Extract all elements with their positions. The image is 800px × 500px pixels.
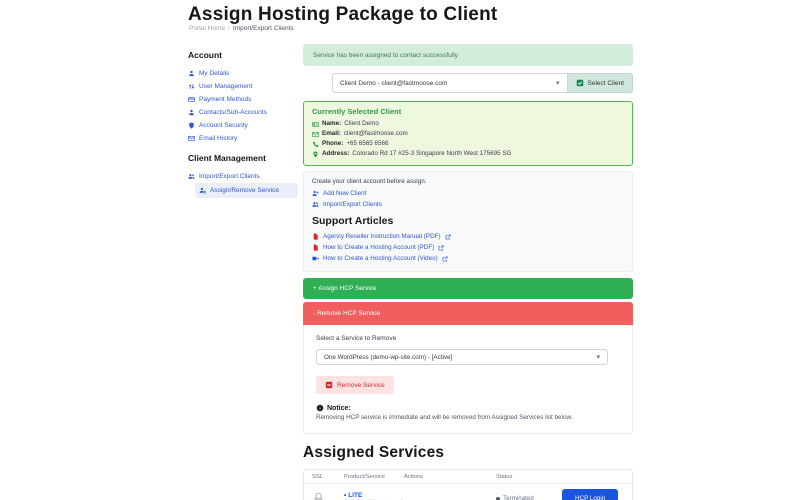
- support-article-link-manual[interactable]: Agency Reseller Instruction Manual (PDF): [312, 231, 624, 242]
- remove-hcp-service-button[interactable]: - Remove HCP Service: [303, 302, 633, 325]
- envelope-icon: [312, 131, 319, 138]
- support-article-link-hosting-video[interactable]: How to Create a Hosting Account (Video): [312, 253, 624, 264]
- selected-client-heading: Currently Selected Client: [312, 107, 402, 116]
- currently-selected-client-panel: Currently Selected Client Name: Client D…: [303, 101, 633, 166]
- sidebar-item-user-management[interactable]: User Management: [188, 80, 298, 93]
- main-content: Service has been assigned to contact suc…: [303, 44, 633, 500]
- client-phone-line: Phone: +65 6565 6566: [312, 139, 624, 149]
- ssl-lock-icon: [312, 491, 344, 500]
- remove-service-panel: Select a Service to Remove One WordPress…: [303, 325, 633, 434]
- external-link-icon: [445, 233, 451, 240]
- sidebar-item-my-details[interactable]: My Details: [188, 67, 298, 80]
- client-name-line: Name: Client Demo: [312, 119, 624, 129]
- external-link-icon: [442, 255, 448, 262]
- create-client-panel: Create your client account before assign…: [303, 171, 633, 272]
- users-icon: [188, 173, 195, 180]
- sidebar-item-email-history[interactable]: Email History: [188, 132, 298, 145]
- success-alert: Service has been assigned to contact suc…: [303, 44, 633, 66]
- user-icon: [188, 109, 195, 116]
- sidebar-item-account-security[interactable]: Account Security: [188, 119, 298, 132]
- client-select-row: Client Demo - client@fastmoose.com ▾ Sel…: [303, 73, 633, 93]
- pdf-file-icon: [312, 233, 319, 240]
- assigned-services-table: SSL Product/Service Actions Status • LITE…: [303, 469, 633, 500]
- import-export-clients-link[interactable]: Import/Export Clients: [312, 199, 624, 210]
- sidebar-item-payment-methods[interactable]: Payment Methods: [188, 93, 298, 106]
- select-client-button[interactable]: Select Client: [567, 73, 633, 93]
- page-title: Assign Hosting Package to Client: [188, 4, 498, 25]
- chevron-down-icon: ▾: [555, 79, 560, 87]
- service-remove-label: Select a Service to Remove: [316, 335, 397, 342]
- col-status: Status: [496, 473, 513, 480]
- support-articles-heading: Support Articles: [312, 215, 394, 227]
- user-icon: [188, 70, 195, 77]
- col-actions: Actions: [404, 473, 424, 480]
- pdf-file-icon: [312, 244, 319, 251]
- col-product-service: Product/Service: [344, 473, 385, 480]
- assigned-services-heading: Assigned Services: [303, 444, 445, 461]
- user-gear-icon: [199, 187, 206, 194]
- client-select[interactable]: Client Demo - client@fastmoose.com ▾: [332, 73, 568, 93]
- assign-hcp-service-button[interactable]: + Assign HCP Service: [303, 278, 633, 299]
- remove-service-button[interactable]: Remove Service: [316, 376, 394, 394]
- client-address-line: Address: Colorado Rd 17 #25-3 Singapore …: [312, 149, 624, 159]
- sidebar: Account My Details User Management Payme…: [188, 44, 298, 198]
- breadcrumb-separator: /: [228, 25, 230, 32]
- sidebar-account-heading: Account: [188, 50, 222, 60]
- service-remove-select-value: One WordPress (demo-wp-site.com) - [Acti…: [324, 353, 453, 361]
- sidebar-item-contacts-sub-accounts[interactable]: Contacts/Sub-Accounts: [188, 106, 298, 119]
- breadcrumb-home[interactable]: Portal Home: [189, 25, 225, 32]
- chevron-down-icon: ▾: [596, 353, 600, 361]
- minus-square-icon: [325, 381, 333, 389]
- status-dot-icon: [496, 496, 501, 500]
- breadcrumb-current: Import/Export Clients: [232, 25, 294, 32]
- arrows-updown-icon: [188, 83, 195, 90]
- video-icon: [312, 255, 319, 262]
- credit-card-icon: [188, 96, 195, 103]
- client-email-line: Email: client@fastmoose.com: [312, 129, 624, 139]
- assign-hosting-page: Assign Hosting Package to Client Portal …: [0, 0, 800, 500]
- breadcrumb: Portal Home / Import/Export Clients: [189, 25, 294, 32]
- map-marker-icon: [312, 151, 319, 158]
- add-new-client-link[interactable]: Add New Client: [312, 188, 624, 199]
- sidebar-item-assign-remove-service[interactable]: Assign/Remove Service: [195, 183, 298, 198]
- envelope-icon: [188, 135, 195, 142]
- service-remove-select[interactable]: One WordPress (demo-wp-site.com) - [Acti…: [316, 349, 608, 365]
- notice-title: Notice:: [327, 404, 351, 412]
- bullet-icon: •: [344, 491, 347, 499]
- col-ssl: SSL: [312, 473, 323, 480]
- user-plus-icon: [312, 190, 319, 197]
- check-square-icon: [576, 79, 584, 87]
- product-link[interactable]: • LITE: [344, 492, 404, 499]
- info-circle-icon: [316, 404, 324, 412]
- hcp-login-button[interactable]: HCP Login: [562, 489, 619, 500]
- table-header-row: SSL Product/Service Actions Status: [304, 470, 632, 484]
- create-client-note: Create your client account before assign…: [312, 178, 427, 185]
- table-row: •LITE ↳deletethistest.co.uk Terminated H…: [304, 484, 632, 500]
- sidebar-client-management-heading: Client Management: [188, 153, 266, 163]
- users-icon: [312, 201, 319, 208]
- client-select-value: Client Demo - client@fastmoose.com: [340, 79, 448, 87]
- notice-text: Removing HCP service is immediate and wi…: [316, 414, 573, 421]
- external-link-icon: [438, 244, 444, 251]
- phone-icon: [312, 141, 319, 148]
- support-article-link-hosting-pdf[interactable]: How to Create a Hosting Account (PDF): [312, 242, 624, 253]
- id-card-icon: [312, 121, 319, 128]
- shield-icon: [188, 122, 195, 129]
- notice-block: Notice: Removing HCP service is immediat…: [316, 404, 620, 422]
- sidebar-item-import-export-clients[interactable]: Import/Export Clients: [188, 170, 298, 183]
- status-badge: Terminated: [496, 495, 562, 500]
